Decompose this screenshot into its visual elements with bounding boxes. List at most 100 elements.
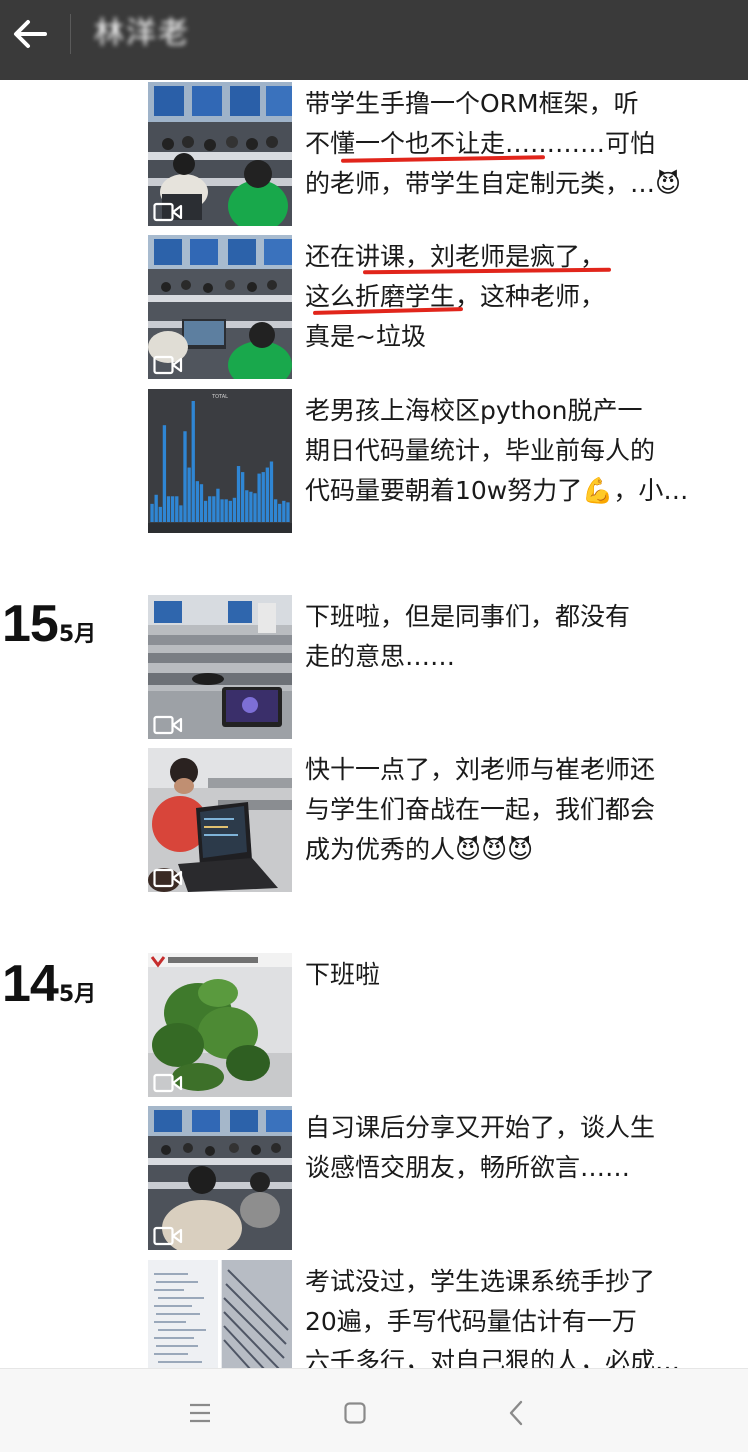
- chart-bar: [216, 488, 220, 522]
- post-text-line: 六千多行，对自己狠的人，必成…: [305, 1347, 681, 1368]
- post-item[interactable]: 自习课后分享又开始了，谈人生 谈感悟交朋友，畅所欲言……: [148, 1106, 708, 1250]
- post-date: 14 5月: [2, 956, 96, 1012]
- post-thumbnail[interactable]: [148, 1106, 292, 1250]
- chart-bar: [220, 499, 224, 522]
- post-thumbnail[interactable]: TOTAL: [148, 389, 292, 533]
- chart-bar: [195, 481, 200, 522]
- date-month: 5月: [58, 622, 97, 647]
- post-text-line: 考试没过，学生选课系统手抄了: [305, 1267, 656, 1296]
- post-text: 自习课后分享又开始了，谈人生 谈感悟交朋友，畅所欲言……: [305, 1108, 705, 1188]
- post-thumbnail[interactable]: [148, 1260, 292, 1368]
- page-title: 林洋老: [94, 16, 190, 51]
- video-icon: [153, 868, 183, 888]
- video-icon: [153, 1073, 183, 1093]
- post-item[interactable]: 快十一点了，刘老师与崔老师还 与学生们奋战在一起，我们都会 成为优秀的人😈😈😈: [148, 748, 708, 892]
- chart-bar: [253, 493, 257, 522]
- video-icon: [153, 715, 183, 735]
- post-thumbnail[interactable]: [148, 748, 292, 892]
- post-text: 下班啦，但是同事们，都没有 走的意思……: [305, 597, 705, 677]
- post-item[interactable]: TOTAL 老男孩上海校区python脱产一 期日代码量统计，毕业前每人的 代码…: [148, 389, 708, 533]
- header-divider: [70, 14, 71, 54]
- post-text-line: 下班啦: [305, 960, 381, 989]
- post-text: 老男孩上海校区python脱产一 期日代码量统计，毕业前每人的 代码量要朝着10…: [305, 391, 705, 511]
- home-icon: [344, 1402, 366, 1424]
- post-text-line: 成为优秀的人😈😈😈: [305, 835, 534, 864]
- post-text-line: 谈感悟交朋友，畅所欲言……: [305, 1153, 631, 1182]
- post-text: 下班啦: [305, 955, 705, 995]
- chart-bar: [154, 494, 158, 523]
- post-item[interactable]: 还在讲课，刘老师是疯了， 这么折磨学生，这种老师， 真是~垃圾: [148, 235, 708, 379]
- menu-icon: [190, 1403, 210, 1423]
- chart-bar: [199, 484, 204, 522]
- back-icon: [509, 1400, 523, 1426]
- post-thumbnail[interactable]: [148, 595, 292, 739]
- chart-bar: [257, 473, 261, 522]
- chart-bar: [245, 490, 249, 522]
- chart-title: TOTAL: [211, 394, 228, 400]
- post-item[interactable]: 下班啦: [148, 953, 708, 1097]
- nav-back-button[interactable]: [502, 1399, 530, 1427]
- handwritten-code-photo: [148, 1260, 292, 1368]
- nav-home-button[interactable]: [341, 1399, 369, 1427]
- chart-bar: [265, 467, 270, 522]
- chart-bar: [240, 472, 245, 522]
- post-text-line: 代码量要朝着10w努力了💪，小…: [305, 476, 689, 505]
- arrow-left-icon: [14, 20, 47, 48]
- chart-bar: [212, 496, 216, 522]
- back-button[interactable]: [0, 0, 60, 68]
- post-text-line: 与学生们奋战在一起，我们都会: [305, 795, 656, 824]
- post-date: 15 5月: [2, 596, 96, 652]
- system-nav-bar: [0, 1368, 748, 1452]
- video-icon: [153, 1226, 183, 1246]
- chart-bar: [273, 499, 278, 522]
- chart-bar: [249, 491, 253, 522]
- date-day: 15: [2, 595, 59, 653]
- moments-feed[interactable]: 带学生手撸一个ORM框架，听 不懂一个也不让走…………可怕 的老师，带学生自定制…: [0, 80, 748, 1368]
- date-day: 14: [2, 955, 59, 1013]
- chart-bar: [261, 472, 265, 522]
- chart-bar: [232, 497, 237, 522]
- chart-bar: [187, 467, 191, 522]
- post-text: 还在讲课，刘老师是疯了， 这么折磨学生，这种老师， 真是~垃圾: [305, 237, 705, 357]
- code-stats-chart: TOTAL: [148, 389, 292, 533]
- post-text-line: 的老师，带学生自定制元类，…😈: [305, 169, 682, 198]
- post-text-line: 下班啦，但是同事们，都没有: [305, 602, 631, 631]
- post-text: 快十一点了，刘老师与崔老师还 与学生们奋战在一起，我们都会 成为优秀的人😈😈😈: [305, 750, 705, 870]
- post-thumbnail[interactable]: [148, 953, 292, 1097]
- chart-bar: [282, 500, 286, 522]
- chart-bar: [278, 503, 282, 522]
- chart-bar: [208, 496, 212, 522]
- post-text-line: 20遍，手写代码量估计有一万: [305, 1307, 637, 1336]
- chart-bar: [170, 496, 175, 522]
- date-month: 5月: [58, 982, 97, 1007]
- chart-bar: [269, 461, 274, 522]
- post-text-line: 期日代码量统计，毕业前每人的: [305, 436, 656, 465]
- post-item[interactable]: 下班啦，但是同事们，都没有 走的意思……: [148, 595, 708, 739]
- post-thumbnail[interactable]: [148, 82, 292, 226]
- post-text-line: 老男孩上海校区python脱产一: [305, 396, 643, 425]
- chart-bar: [191, 401, 195, 522]
- post-thumbnail[interactable]: [148, 235, 292, 379]
- post-text-line: 自习课后分享又开始了，谈人生: [305, 1113, 656, 1142]
- chart-bar: [179, 505, 183, 522]
- chart-bar: [236, 466, 241, 522]
- top-bar: 林洋老: [0, 0, 748, 80]
- nav-menu-button[interactable]: [186, 1399, 214, 1427]
- post-text-line: 带学生手撸一个ORM框架，听: [305, 89, 639, 118]
- chart-bar: [175, 496, 179, 522]
- chart-bar: [286, 502, 290, 522]
- video-icon: [153, 202, 183, 222]
- chart-bar: [158, 506, 162, 523]
- chart-bar: [228, 500, 232, 522]
- post-text-line: 快十一点了，刘老师与崔老师还: [305, 755, 656, 784]
- post-item[interactable]: 带学生手撸一个ORM框架，听 不懂一个也不让走…………可怕 的老师，带学生自定制…: [148, 82, 708, 226]
- chart-bar: [224, 499, 228, 522]
- chart-bar: [162, 425, 167, 522]
- post-text: 带学生手撸一个ORM框架，听 不懂一个也不让走…………可怕 的老师，带学生自定制…: [305, 84, 705, 204]
- chart-bar: [166, 496, 171, 522]
- post-item[interactable]: 考试没过，学生选课系统手抄了 20遍，手写代码量估计有一万 六千多行，对自己狠的…: [148, 1260, 708, 1368]
- chart-bar: [150, 503, 154, 522]
- post-text-line: 真是~垃圾: [305, 322, 426, 351]
- video-icon: [153, 355, 183, 375]
- chart-bar: [203, 500, 208, 522]
